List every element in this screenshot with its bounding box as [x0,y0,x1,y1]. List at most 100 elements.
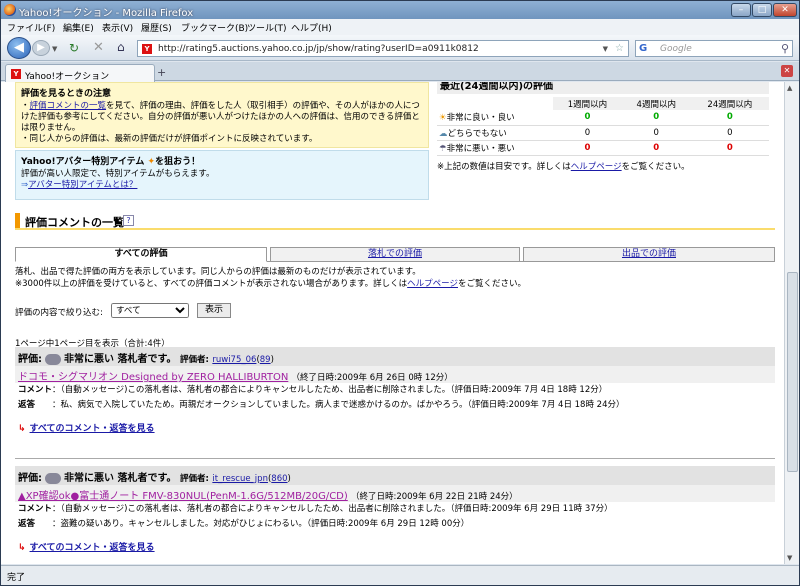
bidder-link[interactable]: ruwi75_06 [212,355,256,365]
avatar-desc: 評価が高い人限定で、特別アイテムがもらえます。 [21,169,215,179]
menu-help[interactable]: ヘルプ(H) [291,21,332,34]
google-icon: G [639,43,648,54]
filter-label: 評価の内容で絞り込む: [15,308,103,318]
avatar-link[interactable]: アバター特別アイテムとは？ [28,180,137,190]
bidder-score-link[interactable]: 860 [271,474,287,484]
firefox-icon [4,4,16,16]
bidder-link[interactable]: it_rescue_jpn [212,474,268,484]
url-text[interactable]: http://rating5.auctions.yahoo.co.jp/jp/s… [158,44,479,54]
tab-winner-ratings[interactable]: 落札での評価 [270,247,520,262]
help-icon[interactable]: ? [123,215,134,226]
url-bar[interactable]: Y http://rating5.auctions.yahoo.co.jp/jp… [137,40,629,57]
site-favicon: Y [142,44,152,54]
vertical-scrollbar[interactable]: ▲ ▼ [784,82,799,564]
cell: 0 [553,140,622,156]
menu-file[interactable]: ファイル(F) [7,21,55,34]
storm-cloud-icon [45,353,61,365]
col-1week: 1週間以内 [553,97,622,110]
sparkle-icon: ✦ [147,157,156,167]
minimize-button[interactable]: – [731,3,751,17]
item-link[interactable]: ▲XP確認ok●富士通ノート FMV-830NUL(PenM-1.6G/512M… [18,491,348,502]
rating-text: 非常に悪い 落札者です。 [64,473,177,484]
new-tab-icon[interactable]: + [157,66,166,79]
status-bar: 完了 [1,565,799,585]
scroll-down-icon[interactable]: ▼ [787,554,792,562]
storm-cloud-icon [45,472,61,484]
menu-history[interactable]: 履歴(S) [141,21,172,34]
show-button[interactable]: 表示 [197,303,231,318]
history-dropdown-icon[interactable]: ▼ [52,45,57,53]
avatar-promo: Yahoo!アバター特別アイテム ✦を狙おう！ 評価が高い人限定で、特別アイテム… [15,150,429,200]
cell: 0 [621,110,691,126]
cloud-icon: ☁ [439,128,448,139]
forward-button[interactable]: ▶ [32,40,50,56]
scroll-thumb[interactable] [787,272,798,472]
item-link[interactable]: ドコモ・シグマリオン Designed by ZERO HALLIBURTON [18,372,288,383]
more-comments[interactable]: ↳ すべてのコメント・返答を見る [15,540,775,553]
search-box[interactable]: G Google ⚲ [635,40,793,57]
cell: 0 [553,110,622,126]
avatar-title: Yahoo!アバター特別アイテム ✦を狙おう！ [21,157,201,167]
cell: 0 [690,125,769,141]
menu-view[interactable]: 表示(V) [102,21,133,34]
reply-row: 返答 ：私、病気で入院していたため。両親だオークションしていました。病人まで迷惑か… [18,400,625,410]
entry-item: ▲XP確認ok●富士通ノート FMV-830NUL(PenM-1.6G/512M… [15,485,775,502]
desc-line2: ※3000件以上の評価を受けていると、すべての評価コメントが表示されない場合があ… [15,279,526,289]
recent-table: 1週間以内 4週間以内 24週間以内 ☀非常に良い・良い 0 0 0 ☁どちらで… [437,97,769,156]
tab-all-ratings[interactable]: すべての評価 [15,247,267,262]
cell: 0 [690,110,769,126]
filter-select[interactable]: すべて [111,303,189,318]
section-header: 評価コメントの一覧 ? [15,212,775,230]
sun-icon: ☀ [439,113,447,124]
search-placeholder[interactable]: Google [660,44,692,54]
red-arrow-icon: ↳ [18,424,26,434]
recent-note: ※上記の数値は目安です。詳しくはヘルプページをご覧ください。 [437,162,690,172]
menu-edit[interactable]: 編集(E) [63,21,94,34]
end-time: （終了日時:2009年 6月 26日 0時 12分） [291,373,453,383]
comment-row: コメント：（自動メッセージ)この落札者は、落札者の都合によりキャンセルしたため、… [18,504,613,514]
cell: 0 [621,140,691,156]
comment-tabs: すべての評価 落札での評価 出品での評価 [15,247,775,262]
comment-list-link[interactable]: 評価コメントの一覧 [30,101,107,111]
back-button[interactable]: ◀ [7,37,31,59]
section-title: 評価コメントの一覧 [25,216,124,229]
help-link[interactable]: ヘルプページ [571,162,622,172]
row-good: ☀非常に良い・良い [437,110,553,126]
close-tab-icon[interactable]: ✕ [781,65,793,77]
cell: 0 [621,125,691,141]
tab-yahoo-auction[interactable]: Y Yahoo!オークション [5,64,155,82]
menu-tools[interactable]: ツール(T) [247,21,287,34]
scroll-up-icon[interactable]: ▲ [787,84,792,92]
navigation-toolbar: ◀ ▶ ▼ ↻ ✕ ⌂ Y http://rating5.auctions.ya… [1,35,799,61]
filter-row: 評価の内容で絞り込む: すべて 表示 [15,303,231,318]
close-button[interactable]: ✕ [773,3,797,17]
page-content: 評価を見るときの注意 ・評価コメントの一覧を見て、評価の理由、評価をした人（取引… [1,82,784,564]
cell: 0 [690,140,769,156]
avatar-link-row: ⇒アバター特別アイテムとは？ [21,180,423,191]
tab-bar: Y Yahoo!オークション + ✕ [1,62,799,82]
maximize-button[interactable]: □ [752,3,772,17]
bidder-score-link[interactable]: 89 [260,355,271,365]
help-link-2[interactable]: ヘルプページ [407,279,458,289]
menu-bar: ファイル(F) 編集(E) 表示(V) 履歴(S) ブックマーク(B) ツール(… [1,19,799,35]
section-marker [15,213,20,228]
row-neutral: ☁どちらでもない [437,125,553,141]
tab-title: Yahoo!オークション [25,72,110,82]
browser-window: Yahoo!オークション - Mozilla Firefox – □ ✕ ファイ… [0,0,800,586]
menu-bookmarks[interactable]: ブックマーク(B) [181,21,248,34]
bookmark-star-icon[interactable]: ☆ [615,43,624,54]
home-icon[interactable]: ⌂ [117,40,125,54]
notice-title: 評価を見るときの注意 [21,89,112,99]
title-bar: Yahoo!オークション - Mozilla Firefox – □ ✕ [1,1,799,19]
search-icon[interactable]: ⚲ [781,42,789,55]
divider [15,458,775,459]
recent-ratings: 最近(24週間以内)の評価 1週間以内 4週間以内 24週間以内 ☀非常に良い・… [437,82,769,156]
stop-icon[interactable]: ✕ [93,40,104,55]
tab-seller-ratings[interactable]: 出品での評価 [523,247,775,262]
notice-line2: ・同じ人からの評価は、最新の評価だけが評価ポイントに反映されています。 [21,134,318,144]
url-dropdown-icon[interactable]: ▼ [603,45,608,53]
more-comments[interactable]: ↳ すべてのコメント・返答を見る [15,421,775,434]
entry-header: 評価: 非常に悪い 落札者です。 評価者: ruwi75_06(89) [15,347,775,366]
reload-icon[interactable]: ↻ [69,41,79,55]
status-text: 完了 [7,573,26,583]
